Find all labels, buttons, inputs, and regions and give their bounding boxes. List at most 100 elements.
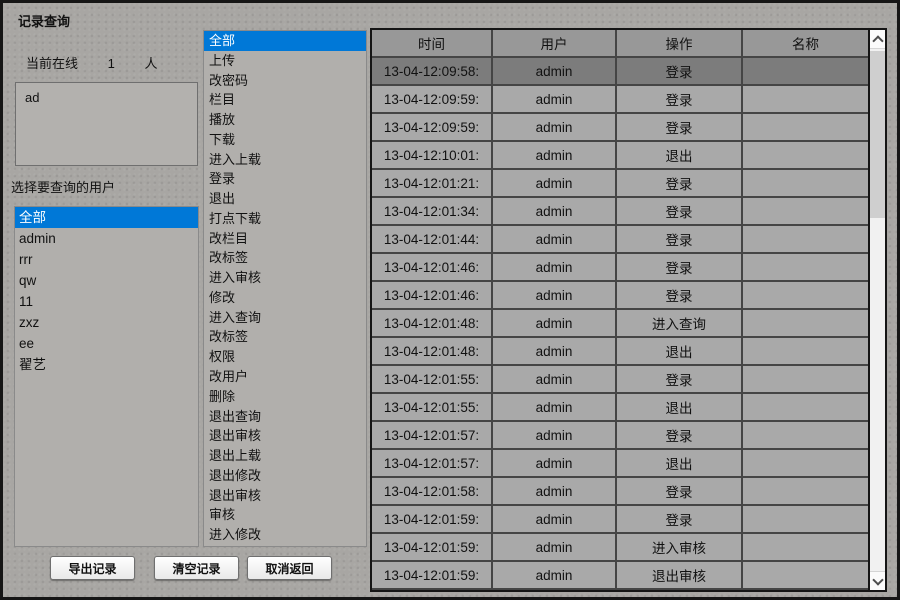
user-list-item[interactable]: 11: [15, 291, 198, 312]
scrollbar-thumb[interactable]: [870, 51, 885, 218]
table-cell[interactable]: admin: [493, 170, 617, 198]
operation-list-item[interactable]: 改用户: [204, 367, 366, 387]
table-cell[interactable]: [743, 422, 868, 450]
column-header-operation[interactable]: 操作: [617, 30, 743, 58]
operation-list-item[interactable]: 删除: [204, 387, 366, 407]
operation-list-item[interactable]: 进入审核: [204, 268, 366, 288]
table-cell[interactable]: 13-04-12:09:59:: [372, 86, 493, 114]
table-cell[interactable]: [743, 366, 868, 394]
column-header-name[interactable]: 名称: [743, 30, 868, 58]
table-cell[interactable]: 登录: [617, 506, 743, 534]
operation-list-item[interactable]: 改标签: [204, 248, 366, 268]
user-list[interactable]: 全部adminrrrqw11zxzee翟艺: [14, 206, 199, 547]
operation-list-item[interactable]: 进入上载: [204, 150, 366, 170]
operation-list-item[interactable]: 修改: [204, 288, 366, 308]
table-cell[interactable]: admin: [493, 114, 617, 142]
operation-list-item[interactable]: 改密码: [204, 71, 366, 91]
table-cell[interactable]: [743, 394, 868, 422]
table-cell[interactable]: admin: [493, 534, 617, 562]
operation-list-item[interactable]: 打点下载: [204, 209, 366, 229]
table-cell[interactable]: 登录: [617, 254, 743, 282]
operation-list-item[interactable]: 退出: [204, 189, 366, 209]
table-cell[interactable]: 13-04-12:09:59:: [372, 114, 493, 142]
user-list-item[interactable]: zxz: [15, 312, 198, 333]
table-cell[interactable]: 13-04-12:01:58:: [372, 478, 493, 506]
user-list-item[interactable]: ee: [15, 333, 198, 354]
table-cell[interactable]: admin: [493, 86, 617, 114]
table-cell[interactable]: admin: [493, 366, 617, 394]
user-list-item[interactable]: admin: [15, 228, 198, 249]
table-cell[interactable]: admin: [493, 58, 617, 86]
table-cell[interactable]: [743, 310, 868, 338]
table-cell[interactable]: 13-04-12:01:46:: [372, 282, 493, 310]
user-list-item[interactable]: 翟艺: [15, 354, 198, 375]
operation-list-item[interactable]: 全部: [204, 31, 366, 51]
table-cell[interactable]: 登录: [617, 478, 743, 506]
table-cell[interactable]: 13-04-12:01:46:: [372, 254, 493, 282]
table-cell[interactable]: 登录: [617, 282, 743, 310]
operation-list-item[interactable]: 退出审核: [204, 486, 366, 506]
table-cell[interactable]: 退出: [617, 394, 743, 422]
operation-list-item[interactable]: 权限: [204, 347, 366, 367]
operation-list-item[interactable]: 栏目: [204, 90, 366, 110]
table-cell[interactable]: [743, 114, 868, 142]
table-cell[interactable]: 登录: [617, 198, 743, 226]
table-cell[interactable]: admin: [493, 562, 617, 590]
table-cell[interactable]: 13-04-12:09:58:: [372, 58, 493, 86]
table-scrollbar[interactable]: [868, 30, 885, 590]
clear-records-button[interactable]: 清空记录: [154, 556, 239, 580]
table-cell[interactable]: 13-04-12:10:01:: [372, 142, 493, 170]
table-cell[interactable]: 13-04-12:01:59:: [372, 562, 493, 590]
table-cell[interactable]: admin: [493, 422, 617, 450]
operation-list-item[interactable]: 改标签: [204, 327, 366, 347]
table-cell[interactable]: 登录: [617, 366, 743, 394]
table-cell[interactable]: 13-04-12:01:57:: [372, 450, 493, 478]
operation-list-item[interactable]: 退出查询: [204, 407, 366, 427]
table-cell[interactable]: 13-04-12:01:59:: [372, 506, 493, 534]
scroll-up-button[interactable]: [870, 30, 885, 49]
table-cell[interactable]: admin: [493, 394, 617, 422]
operation-list-item[interactable]: 退出上载: [204, 446, 366, 466]
operation-list-item[interactable]: 改栏目: [204, 229, 366, 249]
operation-list-item[interactable]: 退出审核: [204, 426, 366, 446]
export-records-button[interactable]: 导出记录: [50, 556, 135, 580]
operation-list-item[interactable]: 进入查询: [204, 308, 366, 328]
table-cell[interactable]: 13-04-12:01:57:: [372, 422, 493, 450]
table-cell[interactable]: 退出: [617, 450, 743, 478]
table-cell[interactable]: admin: [493, 282, 617, 310]
table-cell[interactable]: 13-04-12:01:21:: [372, 170, 493, 198]
table-cell[interactable]: 进入查询: [617, 310, 743, 338]
operation-list-item[interactable]: 退出修改: [204, 466, 366, 486]
table-cell[interactable]: 登录: [617, 170, 743, 198]
table-cell[interactable]: 退出: [617, 142, 743, 170]
table-cell[interactable]: [743, 142, 868, 170]
operation-list-item[interactable]: 登录: [204, 169, 366, 189]
table-cell[interactable]: admin: [493, 506, 617, 534]
user-list-item[interactable]: qw: [15, 270, 198, 291]
table-cell[interactable]: admin: [493, 478, 617, 506]
table-cell[interactable]: admin: [493, 198, 617, 226]
table-cell[interactable]: [743, 450, 868, 478]
table-cell[interactable]: 进入审核: [617, 534, 743, 562]
table-cell[interactable]: 13-04-12:01:44:: [372, 226, 493, 254]
table-cell[interactable]: 登录: [617, 86, 743, 114]
table-cell[interactable]: [743, 506, 868, 534]
table-cell[interactable]: 登录: [617, 422, 743, 450]
table-cell[interactable]: 13-04-12:01:48:: [372, 338, 493, 366]
operation-list[interactable]: 全部上传改密码栏目播放下载进入上载登录退出打点下载改栏目改标签进入审核修改进入查…: [203, 30, 367, 547]
user-list-item[interactable]: rrr: [15, 249, 198, 270]
scroll-down-button[interactable]: [870, 571, 885, 590]
table-cell[interactable]: [743, 58, 868, 86]
table-cell[interactable]: admin: [493, 338, 617, 366]
online-users-box[interactable]: ad: [15, 82, 198, 166]
operation-list-item[interactable]: 进入修改: [204, 525, 366, 545]
table-cell[interactable]: [743, 534, 868, 562]
table-cell[interactable]: 13-04-12:01:34:: [372, 198, 493, 226]
operation-list-item[interactable]: 播放: [204, 110, 366, 130]
table-cell[interactable]: [743, 562, 868, 590]
table-cell[interactable]: 13-04-12:01:59:: [372, 534, 493, 562]
table-cell[interactable]: admin: [493, 142, 617, 170]
column-header-user[interactable]: 用户: [493, 30, 617, 58]
table-cell[interactable]: [743, 282, 868, 310]
table-cell[interactable]: admin: [493, 450, 617, 478]
